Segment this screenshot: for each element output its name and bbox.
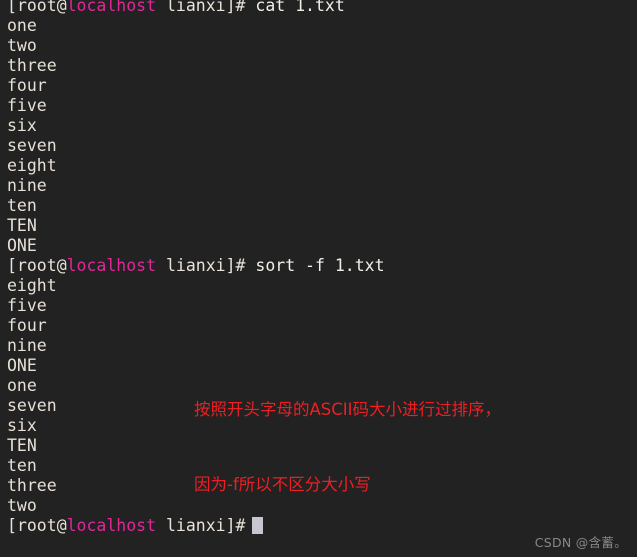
terminal-output-line: one <box>7 16 37 35</box>
terminal-output-line: three <box>7 56 57 75</box>
terminal-output-line: ONE <box>7 236 37 255</box>
terminal-output-line: ten <box>7 196 37 215</box>
prompt-host: localhost <box>66 0 157 15</box>
prompt-path: lianxi <box>165 0 226 15</box>
terminal-output-line: seven <box>7 136 57 155</box>
terminal-command: sort -f 1.txt <box>245 256 385 275</box>
terminal-output-line: four <box>7 76 47 95</box>
prompt-at: @ <box>56 516 67 535</box>
terminal-prompt-line[interactable]: [root@localhost lianxi]# cat 1.txt <box>0 0 637 16</box>
terminal-output-line: five <box>7 96 47 115</box>
prompt-user: root <box>16 256 57 275</box>
prompt-close: ]# <box>225 256 246 275</box>
prompt-at: @ <box>56 0 67 15</box>
terminal-output-line: eight <box>7 156 57 175</box>
prompt-close: ]# <box>225 0 246 15</box>
prompt-at: @ <box>56 256 67 275</box>
terminal-output-line: five <box>7 296 47 315</box>
prompt-user: root <box>16 516 57 535</box>
terminal-output-line: two <box>7 36 37 55</box>
prompt-path: lianxi <box>165 256 226 275</box>
open-bracket: [ <box>7 0 17 15</box>
terminal-output-line: nine <box>7 176 47 195</box>
prompt-host: localhost <box>66 516 157 535</box>
terminal-output-line: eight <box>7 276 57 295</box>
terminal-output-line: six <box>7 116 37 135</box>
annotation-line-2: 因为-f所以不区分大小写 <box>194 475 371 494</box>
terminal-window[interactable]: two[root@localhost lianxi]# cat 1.txtone… <box>0 0 637 557</box>
watermark: CSDN @含蓄。 <box>534 535 627 550</box>
terminal-output-line: four <box>7 316 47 335</box>
annotation-overlay: 按照开头字母的ASCII码大小进行过排序， 因为-f所以不区分大小写 <box>194 347 501 547</box>
terminal-command: cat 1.txt <box>245 0 345 15</box>
terminal-prompt-line[interactable]: [root@localhost lianxi]# sort -f 1.txt <box>0 256 637 276</box>
terminal-output-line: TEN <box>7 216 37 235</box>
prompt-host: localhost <box>66 256 157 275</box>
open-bracket: [ <box>7 516 17 535</box>
prompt-user: root <box>16 0 57 15</box>
annotation-line-1: 按照开头字母的ASCII码大小进行过排序， <box>194 400 502 419</box>
open-bracket: [ <box>7 256 17 275</box>
